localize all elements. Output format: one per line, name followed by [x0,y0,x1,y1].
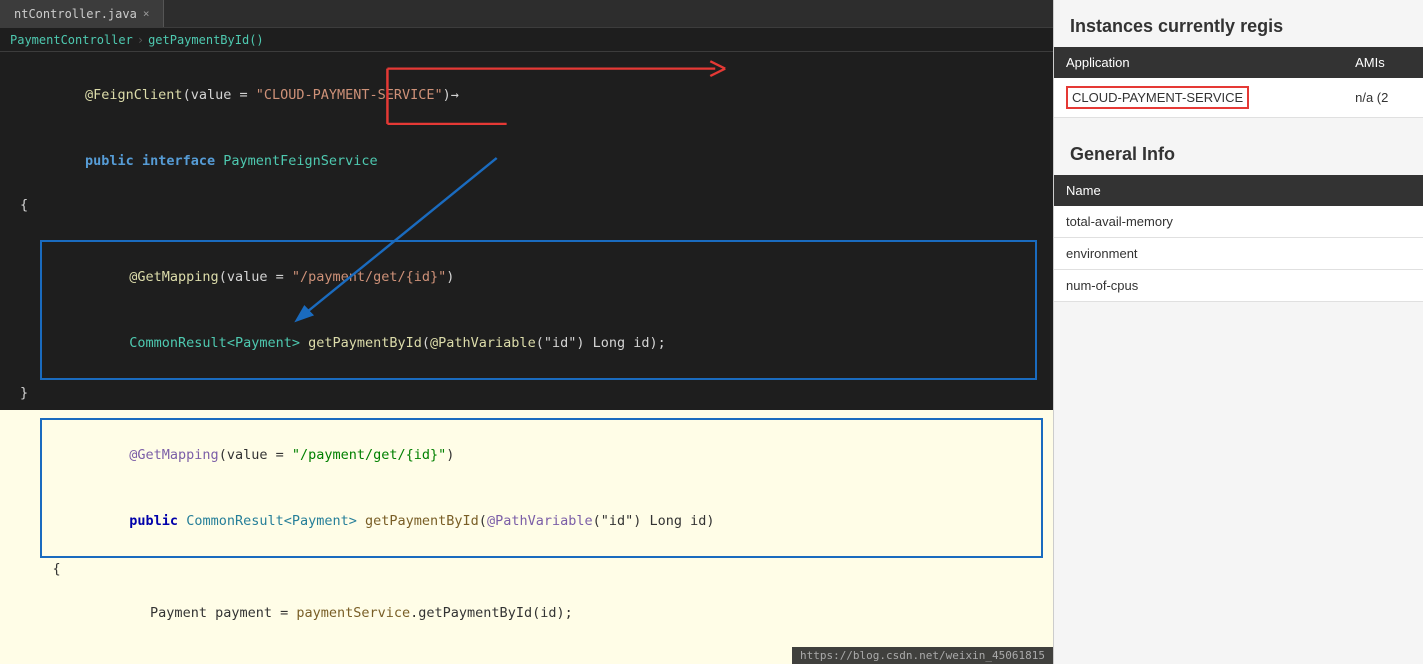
controller-method-box: @GetMapping(value = "/payment/get/{id}")… [40,418,1043,558]
tab-label: ntController.java [14,7,137,21]
breadcrumb-class: PaymentController [10,33,133,47]
general-row-environment: environment [1054,238,1423,270]
code-line: { [0,558,1053,580]
code-area-top: @FeignClient(value = "CLOUD-PAYMENT-SERV… [0,52,1053,410]
interface-method-box: @GetMapping(value = "/payment/get/{id}")… [40,240,1037,380]
table-row: environment [1054,238,1423,270]
table-row: CLOUD-PAYMENT-SERVICE n/a (2 [1054,78,1423,118]
general-info-table: Name total-avail-memory environment num-… [1054,175,1423,302]
code-editor-wrapper: ntController.java × PaymentController › … [0,0,1053,664]
code-area-bottom: @GetMapping(value = "/payment/get/{id}")… [0,410,1053,664]
right-panel: Instances currently regis Application AM… [1053,0,1423,664]
tab-close-button[interactable]: × [143,7,150,20]
breadcrumb-method: getPaymentById() [148,33,264,47]
code-line: { [0,194,1053,216]
breadcrumb: PaymentController › getPaymentById() [0,28,1053,52]
instances-title: Instances currently regis [1054,0,1423,47]
table-row: num-of-cpus [1054,270,1423,302]
general-row-cpus: num-of-cpus [1054,270,1423,302]
instances-col-amis: AMIs [1343,47,1423,78]
tab-bar: ntController.java × [0,0,1053,28]
code-line: CommonResult<Payment> getPaymentById(@Pa… [48,310,1029,376]
general-col-name: Name [1054,175,1423,206]
instances-table: Application AMIs CLOUD-PAYMENT-SERVICE n… [1054,47,1423,118]
code-line: public interface PaymentFeignService [0,128,1053,194]
url-bar: https://blog.csdn.net/weixin_45061815 [792,647,1053,664]
table-row: total-avail-memory [1054,206,1423,238]
tab-item[interactable]: ntController.java × [0,0,164,27]
code-line: @GetMapping(value = "/payment/get/{id}") [48,422,1035,488]
code-line: @FeignClient(value = "CLOUD-PAYMENT-SERV… [0,62,1053,128]
code-panel: @FeignClient(value = "CLOUD-PAYMENT-SERV… [0,52,1053,664]
code-line: Payment payment = paymentService.getPaym… [0,580,1053,646]
code-line: } [0,382,1053,404]
instances-col-application: Application [1054,47,1343,78]
code-line: @GetMapping(value = "/payment/get/{id}") [48,244,1029,310]
url-text: https://blog.csdn.net/weixin_45061815 [800,649,1045,662]
service-name-cell: CLOUD-PAYMENT-SERVICE [1054,78,1343,118]
general-info-title: General Info [1054,128,1423,175]
general-row-memory: total-avail-memory [1054,206,1423,238]
general-info-section: General Info Name total-avail-memory env… [1054,128,1423,302]
code-line [0,216,1053,238]
code-line: public CommonResult<Payment> getPaymentB… [48,488,1035,554]
service-name-badge: CLOUD-PAYMENT-SERVICE [1066,86,1249,109]
amis-cell: n/a (2 [1343,78,1423,118]
instances-section: Instances currently regis Application AM… [1054,0,1423,118]
